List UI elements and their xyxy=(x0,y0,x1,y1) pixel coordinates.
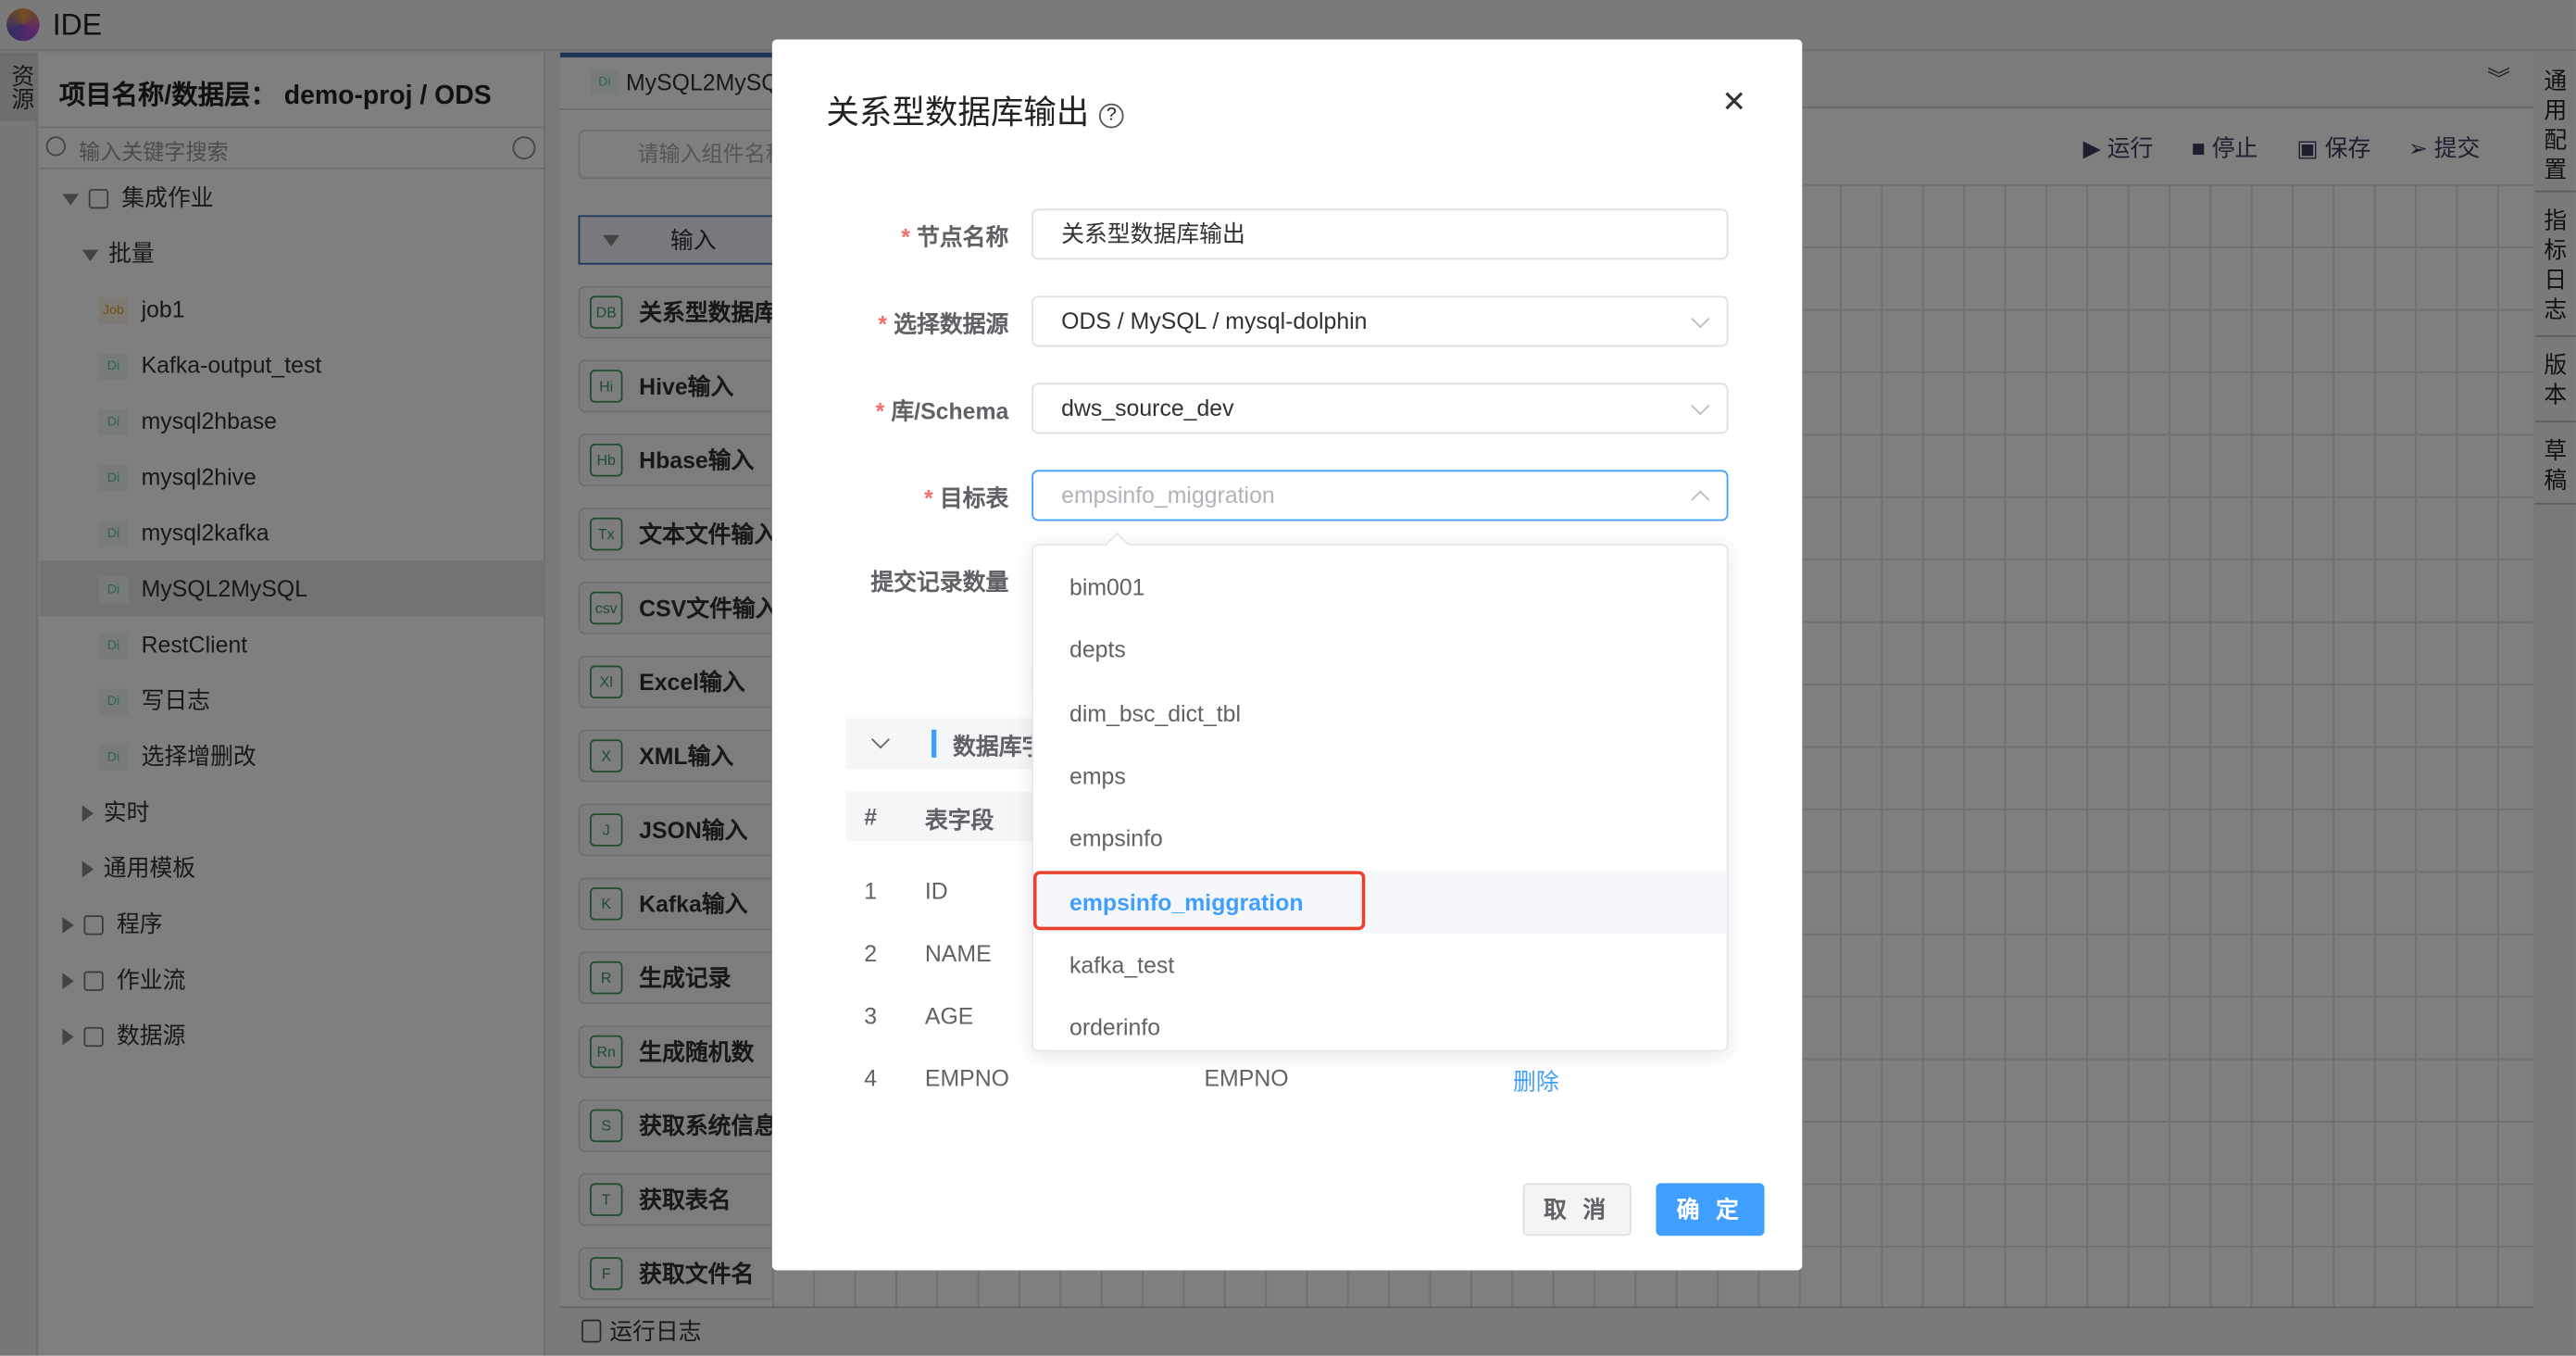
dropdown-option[interactable]: bim001 xyxy=(1033,556,1727,618)
cell-n: 3 xyxy=(864,1002,878,1029)
highlight-box xyxy=(1032,871,1366,931)
chevron-down-icon xyxy=(870,730,891,749)
cell-n: 4 xyxy=(864,1064,878,1092)
required-mark: * xyxy=(901,223,910,250)
dropdown-option[interactable]: dim_bsc_dict_tbl xyxy=(1033,682,1727,744)
required-mark: * xyxy=(924,484,933,511)
field-label-text: 选择数据源 xyxy=(894,310,1009,337)
field-value: empsinfo_miggration xyxy=(1061,481,1275,508)
datasource-select[interactable]: ODS / MySQL / mysql-dolphin xyxy=(1032,295,1729,347)
dropdown-option[interactable]: kafka_test xyxy=(1033,933,1727,995)
section-accent-bar xyxy=(931,729,937,758)
chevron-down-icon xyxy=(1691,309,1710,329)
required-mark: * xyxy=(875,397,885,424)
field-label-text: 节点名称 xyxy=(917,223,1009,250)
dropdown-option[interactable]: empsinfo xyxy=(1033,807,1727,869)
chevron-down-icon xyxy=(1691,396,1710,416)
field-label: * 节点名称 xyxy=(901,220,1008,253)
required-mark: * xyxy=(878,310,888,337)
field-value: dws_source_dev xyxy=(1061,394,1234,421)
field-label-text: 目标表 xyxy=(939,484,1009,511)
field-label-text: 提交记录数量 xyxy=(870,568,1009,596)
cell-field: NAME xyxy=(924,939,992,967)
dropdown-option[interactable]: orderinfo xyxy=(1033,996,1727,1058)
field-label: * 库/Schema xyxy=(876,395,1009,427)
cancel-button[interactable]: 取 消 xyxy=(1522,1183,1632,1237)
target-table-select[interactable]: empsinfo_miggration xyxy=(1032,470,1729,521)
field-label: 提交记录数量 xyxy=(870,565,1008,597)
field-value: 关系型数据库输出 xyxy=(1061,220,1245,247)
cell-field: EMPNO xyxy=(924,1064,1009,1092)
node-name-input[interactable]: 关系型数据库输出 xyxy=(1032,208,1729,260)
dialog-title-text: 关系型数据库输出 xyxy=(826,94,1090,132)
help-icon[interactable]: ? xyxy=(1098,103,1124,129)
field-label: * 选择数据源 xyxy=(878,308,1008,340)
schema-select[interactable]: dws_source_dev xyxy=(1032,383,1729,434)
dialog-title: 关系型数据库输出? xyxy=(826,85,1124,132)
dropdown-option[interactable]: depts xyxy=(1033,619,1727,681)
dropdown-option[interactable]: emps xyxy=(1033,745,1727,807)
close-icon[interactable]: ✕ xyxy=(1721,85,1746,119)
target-table-dropdown: bim001 depts dim_bsc_dict_tbl emps empsinfo e… xyxy=(1032,544,1729,1052)
cell-action[interactable]: 删除 xyxy=(1513,1065,1559,1098)
cell-mapped: EMPNO xyxy=(1204,1064,1289,1092)
confirm-button[interactable]: 确 定 xyxy=(1656,1183,1765,1237)
col-index: # xyxy=(864,803,878,830)
cell-field: AGE xyxy=(924,1002,974,1029)
cell-n: 2 xyxy=(864,939,878,967)
field-label-text: 库/Schema xyxy=(891,397,1009,424)
ide-app: IDE 资源 项目名称/数据层： demo-proj / ODS 输入关键字搜索… xyxy=(0,0,2576,1356)
cell-n: 1 xyxy=(864,877,878,904)
chevron-up-icon xyxy=(1691,490,1710,509)
field-label: * 目标表 xyxy=(924,482,1008,514)
cell-field: ID xyxy=(924,877,948,904)
col-field: 表字段 xyxy=(924,807,994,834)
field-value: ODS / MySQL / mysql-dolphin xyxy=(1061,307,1368,334)
